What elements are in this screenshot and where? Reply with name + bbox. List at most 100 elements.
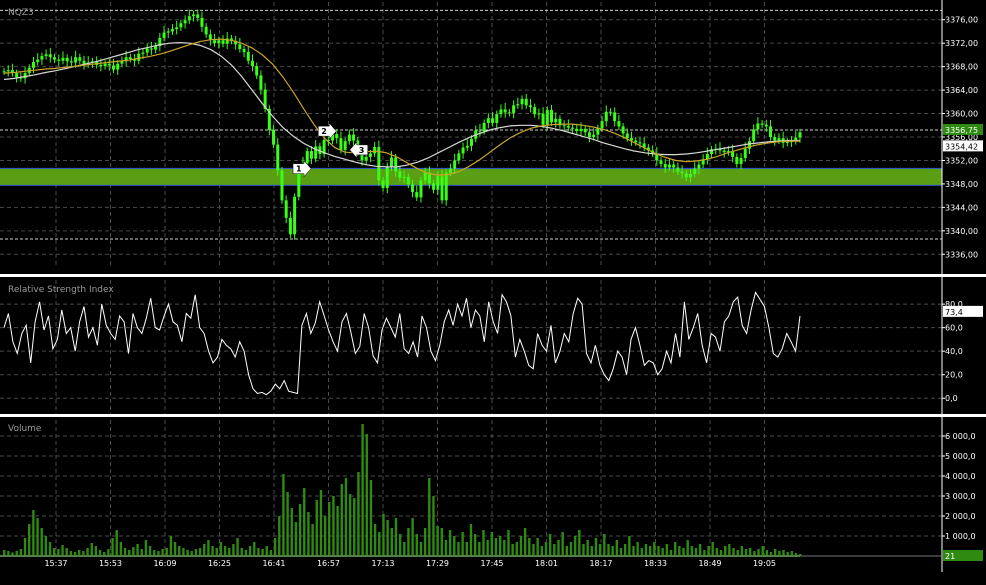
volume-bar [640, 548, 644, 556]
volume-bar [161, 549, 164, 556]
volume-bar [53, 548, 56, 556]
volume-bar [457, 542, 460, 556]
volume-bar [515, 542, 519, 556]
volume-bar [578, 530, 581, 556]
candle-body [600, 121, 604, 129]
volume-bar [323, 516, 327, 556]
volume-bar [261, 549, 264, 556]
volume-bar [757, 549, 760, 556]
volume-bar [523, 528, 527, 556]
volume-bar [328, 502, 331, 556]
volume-bar [23, 538, 27, 556]
volume-tick-label: 2 000,0 [945, 512, 976, 521]
volume-bar [386, 520, 389, 556]
volume-bar [344, 478, 348, 556]
candle-body [128, 57, 132, 60]
volume-bar [715, 548, 719, 556]
candle-body [137, 53, 141, 61]
price-tick-label: 3360,00 [945, 110, 978, 119]
volume-bar [403, 542, 406, 556]
volume-bar [282, 474, 285, 556]
candle-body [103, 63, 107, 67]
candle-body [798, 132, 802, 138]
volume-tick-label: 3 000,0 [945, 492, 976, 501]
candle-body [149, 48, 153, 50]
time-tick-label: 17:29 [426, 559, 449, 568]
volume-bar [557, 540, 560, 556]
candle-body [520, 98, 524, 105]
volume-bar [36, 518, 39, 556]
candle-body [255, 66, 259, 76]
candle-body [246, 51, 250, 61]
volume-bar [394, 518, 398, 556]
volume-bar [507, 530, 510, 556]
time-tick-label: 16:57 [317, 559, 340, 568]
candle-body [608, 111, 612, 113]
candle-body [250, 60, 254, 67]
volume-bar [353, 498, 356, 556]
volume-bar [211, 546, 214, 556]
candle-body [120, 61, 124, 64]
volume-tick-label: 1 000,0 [945, 532, 976, 541]
candle-body [676, 167, 680, 172]
candle-body [764, 124, 768, 127]
candle-body [339, 138, 343, 150]
rsi-tick-label: 40,0 [945, 347, 963, 356]
volume-bar [536, 538, 539, 556]
candle-body [444, 172, 448, 201]
volume-bar [123, 548, 127, 556]
volume-bar [219, 542, 223, 556]
volume-bar [528, 538, 531, 556]
volume-bar [494, 538, 498, 556]
candle-body [166, 31, 170, 33]
candle-body [415, 192, 419, 198]
candle-body [663, 163, 667, 168]
candle-body [364, 156, 368, 161]
time-tick-label: 19:05 [753, 559, 776, 568]
candle-body [213, 40, 217, 44]
price-tick-label: 3368,00 [945, 63, 978, 72]
volume-bar [748, 548, 752, 556]
candle-body [61, 57, 65, 61]
candle-body [436, 176, 440, 190]
volume-bar [290, 508, 293, 556]
candle-body [621, 126, 625, 134]
volume-bar [490, 532, 494, 556]
rsi-axis: 80,060,040,020,00,073,4 [942, 300, 983, 403]
rsi-tick-label: 0,0 [945, 394, 958, 403]
candle-body [204, 26, 208, 35]
candle-body [343, 141, 347, 150]
volume-bar [248, 546, 252, 556]
volume-bar [336, 506, 339, 556]
candle-body [617, 121, 621, 127]
time-tick-label: 15:37 [44, 559, 67, 568]
volume-bar [619, 548, 623, 556]
support-band [0, 168, 942, 186]
candle-body [423, 172, 427, 181]
candle-body [537, 113, 541, 115]
candle-body [680, 171, 684, 174]
volume-bar [486, 540, 489, 556]
candle-body [533, 107, 537, 115]
candle-body [495, 114, 499, 123]
volume-bar [361, 424, 364, 556]
time-tick-label: 18:49 [698, 559, 721, 568]
candle-body [571, 127, 575, 129]
volume-bar [340, 484, 343, 556]
volume-bar [144, 540, 148, 556]
volume-bar [286, 492, 289, 556]
volume-bar [19, 549, 23, 556]
rsi-line [3, 291, 801, 396]
candle-body [221, 40, 225, 44]
price-tick-label: 3348,00 [945, 180, 978, 189]
volume-bar [657, 546, 660, 556]
volume-bar [723, 546, 727, 556]
candle-body [141, 52, 145, 54]
volume-bar [636, 542, 639, 556]
candle-body [486, 118, 490, 123]
volume-bar [732, 548, 735, 556]
candle-body [145, 48, 149, 53]
volume-bar [432, 496, 435, 556]
volume-bar [678, 546, 681, 556]
candle-body [99, 64, 103, 67]
